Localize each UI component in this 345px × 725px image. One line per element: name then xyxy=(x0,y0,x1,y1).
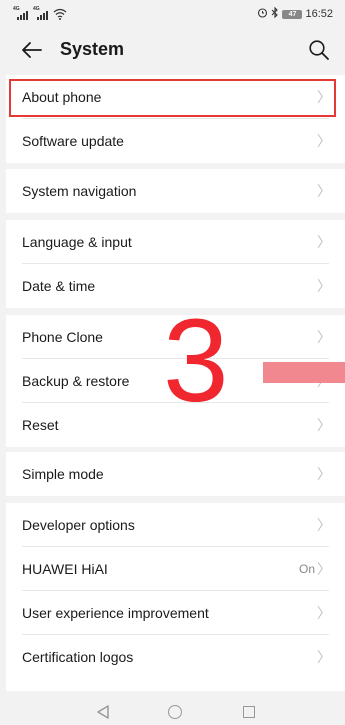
step-number-overlay: 3 xyxy=(163,295,229,427)
clock: 16:52 xyxy=(305,8,333,20)
search-icon[interactable] xyxy=(308,39,330,61)
chevron-right-icon: 〉 xyxy=(317,517,331,533)
signal-icon: 4G xyxy=(13,6,29,20)
status-right: 47 16:52 xyxy=(257,6,333,21)
item-label: Simple mode xyxy=(22,466,104,482)
alarm-icon xyxy=(257,7,268,21)
chevron-right-icon: 〉 xyxy=(317,417,331,433)
settings-item-developer-options[interactable]: Developer options 〉 xyxy=(6,503,345,547)
chevron-right-icon: 〉 xyxy=(317,605,331,621)
chevron-right-icon: 〉 xyxy=(317,649,331,665)
chevron-right-icon: 〉 xyxy=(317,133,331,149)
item-label: Certification logos xyxy=(22,649,134,665)
status-left: 4G 4G xyxy=(13,6,67,20)
annotation-pink-bar xyxy=(263,362,345,383)
network-type-2: 4G xyxy=(33,6,40,12)
wifi-icon xyxy=(53,8,67,20)
status-bar: 4G 4G 47 16:52 xyxy=(0,0,345,30)
navigation-bar xyxy=(0,700,345,725)
circle-home-icon[interactable] xyxy=(168,705,182,719)
item-label: Backup & restore xyxy=(22,373,130,389)
item-label: User experience improvement xyxy=(22,605,209,621)
chevron-right-icon: 〉 xyxy=(317,561,331,577)
triangle-back-icon[interactable] xyxy=(96,704,110,725)
page-title: System xyxy=(60,39,125,59)
settings-item-simple-mode[interactable]: Simple mode 〉 xyxy=(6,452,345,496)
settings-group-6: Developer options 〉 HUAWEI HiAI On 〉 Use… xyxy=(6,503,345,691)
chevron-right-icon: 〉 xyxy=(317,183,331,199)
item-label: Phone Clone xyxy=(22,329,103,345)
item-label: Date & time xyxy=(22,278,96,294)
item-label: Reset xyxy=(22,417,59,433)
settings-item-software-update[interactable]: Software update 〉 xyxy=(6,119,345,163)
chevron-right-icon: 〉 xyxy=(317,329,331,345)
chevron-right-icon: 〉 xyxy=(317,278,331,294)
square-recent-icon[interactable] xyxy=(243,706,255,718)
settings-item-certification-logos[interactable]: Certification logos 〉 xyxy=(6,635,345,679)
app-header: System xyxy=(0,30,345,74)
settings-group-2: System navigation 〉 xyxy=(6,169,345,213)
battery-icon: 47 xyxy=(282,9,303,19)
item-value: On xyxy=(298,562,315,576)
chevron-right-icon: 〉 xyxy=(317,466,331,482)
item-label: Software update xyxy=(22,133,124,149)
item-label: System navigation xyxy=(22,183,137,199)
settings-item-huawei-hiai[interactable]: HUAWEI HiAI On 〉 xyxy=(6,547,345,591)
item-label: Language & input xyxy=(22,234,132,250)
chevron-right-icon: 〉 xyxy=(317,234,331,250)
item-label: HUAWEI HiAI xyxy=(22,561,108,577)
back-arrow-icon[interactable] xyxy=(20,38,44,62)
settings-item-language-input[interactable]: Language & input 〉 xyxy=(6,220,345,264)
item-label: Developer options xyxy=(22,517,135,533)
settings-item-user-experience-improvement[interactable]: User experience improvement 〉 xyxy=(6,591,345,635)
highlight-box-about-phone xyxy=(9,79,336,117)
network-type-1: 4G xyxy=(13,6,20,12)
settings-item-system-navigation[interactable]: System navigation 〉 xyxy=(6,169,345,213)
settings-group-5: Simple mode 〉 xyxy=(6,452,345,496)
bluetooth-icon xyxy=(271,6,279,21)
signal-icon-2: 4G xyxy=(33,6,49,20)
